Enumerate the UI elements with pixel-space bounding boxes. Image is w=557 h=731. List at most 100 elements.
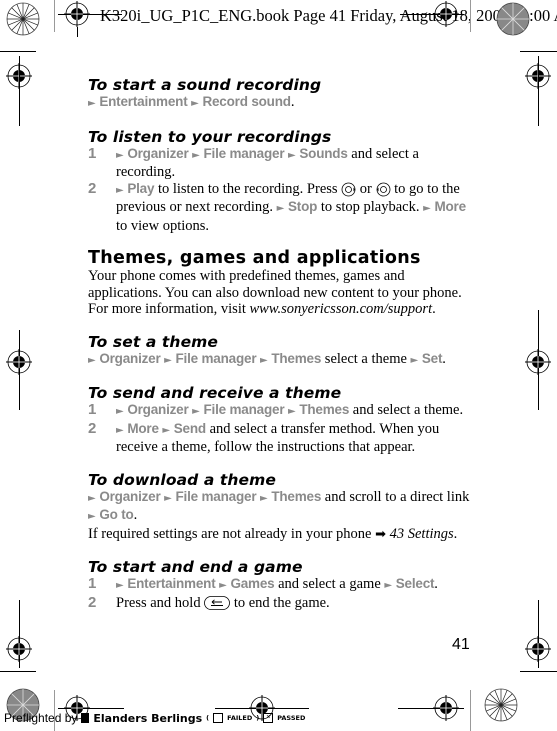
support-link[interactable]: www.sonyericsson.com/support — [250, 301, 433, 317]
step-body: Press and hold — [116, 594, 205, 611]
crop-line — [520, 51, 557, 52]
step: 2 ► More ► Send and select a transfer me… — [88, 420, 478, 456]
menu-arrow-icon: ► — [192, 149, 200, 161]
crop-line — [0, 51, 36, 52]
step-body: or — [356, 180, 376, 197]
step-body: and select a game — [274, 576, 385, 592]
step: 2 ► Play to listen to the recording. Pre… — [88, 180, 478, 235]
step: 1 ► Organizer ► File manager ► Themes an… — [88, 401, 478, 421]
step-body: to view options. — [116, 217, 210, 234]
step-body: to listen to the recording. Press — [154, 180, 342, 197]
menu-item: Themes — [299, 402, 350, 417]
menu-item: Organizer — [99, 488, 161, 504]
menu-arrow-icon: ► — [116, 149, 124, 161]
color-target-icon — [6, 2, 40, 36]
passed-label: PASSED — [277, 714, 306, 722]
step-text: ► Entertainment ► Games and select a gam… — [116, 576, 478, 595]
body-text: select a theme — [321, 350, 411, 367]
menu-item: File manager — [203, 402, 285, 417]
menu-item: Sounds — [299, 145, 348, 161]
menu-path: ► Organizer ► File manager ► Themes and … — [88, 489, 478, 526]
menu-arrow-icon: ► — [162, 424, 171, 436]
step-text: ► Play to listen to the recording. Press… — [116, 181, 478, 235]
menu-arrow-icon: ► — [260, 492, 268, 504]
failed-checkbox — [213, 713, 224, 723]
crop-line — [470, 690, 471, 731]
menu-arrow-icon: ► — [423, 203, 431, 214]
menu-item: Send — [173, 420, 206, 436]
registration-mark-icon — [525, 349, 551, 375]
step-text: ► Organizer ► File manager ► Sounds and … — [116, 146, 478, 181]
menu-arrow-icon: ► — [116, 184, 124, 196]
menu-arrow-icon: ► — [116, 580, 124, 591]
step-number: 1 — [88, 144, 97, 162]
heading-start-recording: To start a sound recording — [88, 76, 322, 94]
menu-path: ► Entertainment ► Record sound. — [88, 94, 478, 113]
menu-arrow-icon: ► — [164, 354, 172, 366]
menu-item: Set — [421, 350, 443, 366]
slug-line: K320i_UG_P1C_ENG.book Page 41 Friday, Au… — [100, 6, 557, 25]
menu-arrow-icon: ► — [192, 406, 200, 417]
step-body: to stop playback. — [317, 199, 424, 215]
menu-arrow-icon: ► — [116, 406, 124, 417]
cross-reference-link[interactable]: 43 Settings — [390, 526, 454, 542]
crop-line — [538, 56, 539, 126]
menu-item: Organizer — [127, 402, 189, 417]
registration-mark-icon — [6, 636, 32, 662]
punctuation: . — [442, 350, 446, 367]
menu-item: Entertainment — [99, 94, 188, 109]
preflight-label: Preflighted by — [4, 711, 78, 725]
punctuation: . — [453, 525, 458, 542]
step-number: 1 — [88, 401, 97, 418]
menu-item: File manager — [203, 145, 285, 161]
punctuation: . — [434, 576, 438, 592]
step: 2 Press and hold to end the game. — [88, 594, 478, 612]
menu-arrow-icon: ► — [88, 354, 96, 366]
step-text: ► Organizer ► File manager ► Themes and … — [116, 402, 478, 421]
heading-send-receive-theme: To send and receive a theme — [88, 384, 342, 402]
preflight-brand: Elanders Berlings — [93, 711, 203, 725]
menu-item: Themes — [271, 350, 322, 366]
menu-arrow-icon: ► — [116, 424, 124, 436]
reference-arrow-icon: ➡ — [375, 526, 386, 542]
menu-arrow-icon: ► — [410, 354, 419, 366]
menu-item: File manager — [175, 350, 257, 366]
step-number: 1 — [88, 575, 97, 592]
punctuation: . — [432, 301, 436, 317]
heading-themes-games-applications: Themes, games and applications — [88, 248, 421, 268]
punctuation: . — [133, 507, 138, 523]
menu-item: Go to — [99, 507, 134, 522]
step-body: and select a theme. — [349, 402, 464, 418]
heading-download-theme: To download a theme — [88, 470, 277, 489]
body-text: If required settings are not already in … — [88, 525, 376, 542]
paren: ) — [256, 714, 260, 722]
body-paragraph: Your phone comes with predefined themes,… — [88, 268, 478, 318]
menu-item: File manager — [175, 488, 257, 504]
passed-checkbox: × — [263, 713, 274, 723]
menu-item: Play — [127, 180, 155, 196]
crop-line — [19, 56, 20, 126]
crop-line — [77, 27, 78, 37]
menu-arrow-icon: ► — [219, 580, 227, 591]
menu-item: Entertainment — [127, 576, 216, 591]
crop-line — [470, 0, 471, 32]
punctuation: . — [290, 94, 295, 110]
step-text: Press and hold to end the game. — [116, 595, 478, 612]
heading-set-theme: To set a theme — [88, 332, 219, 351]
color-target-icon — [484, 688, 518, 722]
registration-mark-icon — [433, 695, 459, 721]
note-paragraph: If required settings are not already in … — [88, 526, 478, 544]
paren: ( — [206, 714, 210, 722]
page-number: 41 — [452, 636, 470, 653]
menu-item: Select — [395, 576, 435, 591]
menu-item: Stop — [288, 199, 318, 214]
step-text: ► More ► Send and select a transfer meth… — [116, 421, 478, 456]
nav-key-right-icon — [376, 182, 390, 197]
heading-start-end-game: To start and end a game — [88, 558, 303, 576]
nav-key-left-icon — [341, 182, 356, 197]
crop-line — [54, 0, 55, 32]
registration-mark-icon — [525, 636, 551, 662]
menu-item: More — [434, 199, 466, 214]
menu-item: Organizer — [127, 145, 189, 161]
preflight-stamp: Preflighted by Elanders Berlings ( FAILE… — [4, 711, 305, 725]
